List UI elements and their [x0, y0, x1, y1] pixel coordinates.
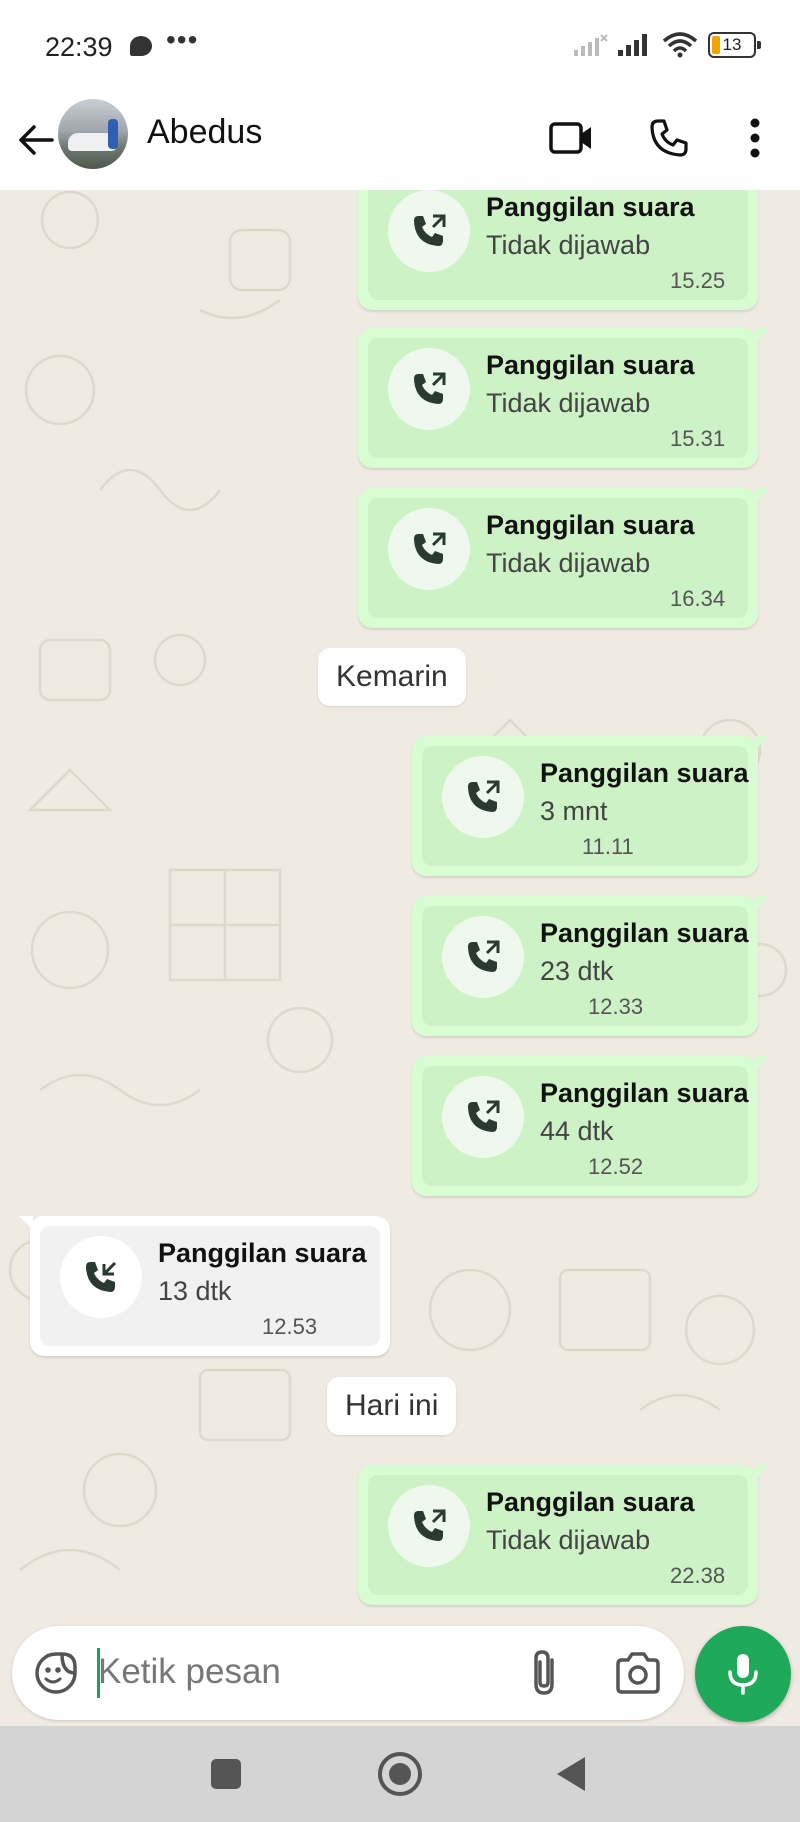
outgoing-call-icon [388, 190, 470, 272]
more-vert-icon [750, 118, 760, 158]
call-message-out[interactable]: Panggilan suara Tidak dijawab 16.34 [358, 488, 769, 628]
nav-back-button[interactable] [557, 1757, 585, 1791]
call-title: Panggilan suara [540, 918, 749, 948]
date-separator: Hari ini [327, 1377, 457, 1435]
home-button[interactable] [378, 1752, 422, 1796]
outgoing-call-icon [442, 756, 524, 838]
outgoing-call-icon [388, 508, 470, 590]
call-message-out[interactable]: Panggilan suara Tidak dijawab 15.31 [358, 328, 769, 468]
call-duration: 44 dtk [540, 1116, 614, 1146]
back-arrow-icon [19, 125, 54, 155]
call-message-in[interactable]: Panggilan suara 13 dtk 12.53 [19, 1216, 390, 1356]
avatar[interactable] [58, 99, 128, 169]
call-duration: 13 dtk [158, 1276, 232, 1306]
chat-area[interactable]: Panggilan suara Tidak dijawab 15.25 Pang… [0, 190, 800, 1626]
outgoing-call-icon [442, 916, 524, 998]
signal-icon [618, 34, 647, 56]
message-time: 15.31 [670, 426, 726, 451]
call-message-out[interactable]: Panggilan suara 3 mnt 11.11 [412, 736, 769, 876]
message-time: 16.34 [670, 586, 726, 611]
call-status: Tidak dijawab [486, 548, 651, 578]
voice-call-icon [650, 119, 688, 157]
back-button[interactable] [14, 112, 58, 168]
call-duration: 3 mnt [540, 796, 608, 826]
chat-notification-icon [130, 36, 152, 56]
incoming-call-icon [60, 1236, 142, 1318]
recents-button[interactable] [211, 1759, 241, 1789]
status-bar: 22:39 ••• 13 [0, 0, 800, 92]
call-duration: 23 dtk [540, 956, 614, 986]
voice-call-button[interactable] [641, 110, 697, 166]
message-composer: Ketik pesan [0, 1626, 800, 1726]
emoji-icon[interactable] [34, 1651, 78, 1695]
message-time: 22.38 [670, 1563, 726, 1588]
wifi-icon [662, 32, 698, 58]
battery-level: 13 [722, 35, 742, 54]
call-message-out[interactable]: Panggilan suara Tidak dijawab 15.25 [358, 190, 758, 310]
video-call-icon [549, 122, 591, 154]
more-notifications-icon: ••• [166, 24, 199, 55]
outgoing-call-icon [388, 348, 470, 430]
attach-icon[interactable] [522, 1648, 570, 1698]
message-placeholder: Ketik pesan [98, 1652, 281, 1691]
voice-message-button[interactable] [695, 1626, 791, 1722]
call-title: Panggilan suara [540, 1078, 749, 1108]
call-title: Panggilan suara [486, 510, 695, 540]
outgoing-call-icon [388, 1485, 470, 1567]
call-status: Tidak dijawab [486, 1525, 651, 1555]
call-message-out[interactable]: Panggilan suara 23 dtk 12.33 [412, 896, 769, 1036]
call-status: Tidak dijawab [486, 388, 651, 418]
call-message-out[interactable]: Panggilan suara 44 dtk 12.52 [412, 1056, 769, 1196]
contact-name[interactable]: Abedus [147, 113, 262, 152]
call-title: Panggilan suara [486, 350, 695, 380]
call-status: Tidak dijawab [486, 230, 651, 260]
call-message-out[interactable]: Panggilan suara Tidak dijawab 22.38 [358, 1465, 769, 1605]
chat-header: Abedus [0, 92, 800, 190]
date-separator: Kemarin [318, 648, 466, 706]
message-time: 12.33 [588, 994, 644, 1019]
video-call-button[interactable] [543, 110, 599, 166]
battery-icon: 13 [708, 32, 761, 58]
outgoing-call-icon [442, 1076, 524, 1158]
message-time: 15.25 [670, 268, 726, 293]
call-title: Panggilan suara [540, 758, 749, 788]
message-time: 11.11 [582, 834, 634, 859]
call-title: Panggilan suara [486, 1487, 695, 1517]
status-time: 22:39 [45, 32, 113, 62]
status-icons: 13 [574, 32, 761, 58]
mic-icon [728, 1654, 758, 1695]
more-options-button[interactable] [727, 110, 783, 166]
message-input[interactable]: Ketik pesan [12, 1626, 684, 1720]
call-title: Panggilan suara [158, 1238, 367, 1268]
message-time: 12.52 [588, 1154, 644, 1179]
no-signal-icon [574, 34, 608, 56]
call-title: Panggilan suara [486, 192, 695, 222]
message-time: 12.53 [262, 1314, 318, 1339]
system-nav-bar [0, 1726, 800, 1822]
camera-icon[interactable] [614, 1650, 662, 1696]
